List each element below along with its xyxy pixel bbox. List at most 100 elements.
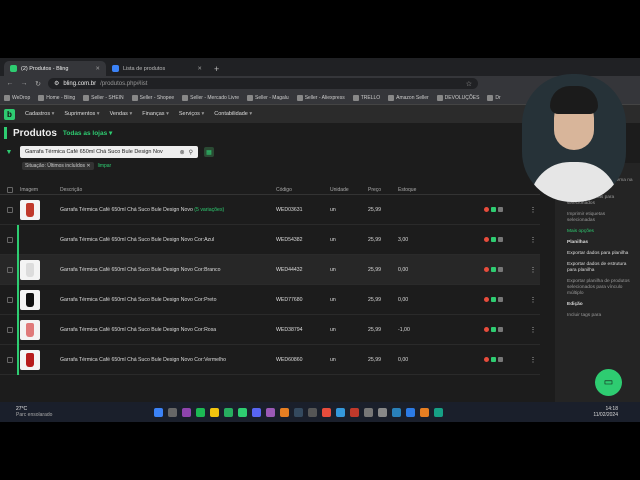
table-row[interactable]: Garrafa Térmica Café 650ml Chá Suco Bule… — [0, 285, 540, 315]
product-thumbnail[interactable] — [20, 319, 40, 340]
table-row[interactable]: Garrafa Térmica Café 650ml Chá Suco Bule… — [0, 345, 540, 375]
table-row[interactable]: Garrafa Térmica Café 650ml Chá Suco Bule… — [0, 195, 540, 225]
filter-icon[interactable]: ▼ — [4, 147, 14, 157]
search-icon[interactable] — [168, 407, 177, 417]
lock-icon[interactable] — [498, 207, 503, 212]
clear-filters-link[interactable]: limpar — [98, 163, 112, 169]
bookmark-item[interactable]: Home - Bling — [38, 94, 75, 101]
more-options-icon[interactable]: ⋮ — [526, 356, 540, 364]
header-stock[interactable]: Estoque — [398, 187, 484, 193]
select-all-checkbox[interactable] — [7, 186, 13, 193]
marketplace-icon[interactable] — [484, 267, 489, 272]
marketplace-icon[interactable] — [484, 357, 489, 362]
product-description[interactable]: Garrafa Térmica Café 650ml Chá Suco Bule… — [60, 237, 276, 243]
product-description[interactable]: Garrafa Térmica Café 650ml Chá Suco Bule… — [60, 357, 276, 363]
clear-search-icon[interactable]: ⊗ — [180, 149, 185, 156]
row-checkbox[interactable] — [7, 266, 13, 273]
lock-icon[interactable] — [498, 297, 503, 302]
marketplace-icon[interactable] — [484, 327, 489, 332]
sidebar-action[interactable]: Mais opções — [567, 229, 634, 235]
cart-icon[interactable] — [491, 357, 496, 362]
cart-icon[interactable] — [491, 267, 496, 272]
bookmark-item[interactable]: TRELLO — [352, 94, 380, 101]
chat-help-button[interactable]: ▭ — [595, 369, 622, 396]
spotify-icon[interactable] — [196, 407, 205, 417]
product-thumbnail[interactable] — [20, 259, 40, 280]
lock-icon[interactable] — [498, 327, 503, 332]
menu-servicos[interactable]: Serviços — [179, 111, 204, 117]
cart-icon[interactable] — [491, 207, 496, 212]
bookmark-item[interactable]: Seller - SHEIN — [83, 94, 124, 101]
close-icon[interactable]: ✕ — [197, 66, 202, 72]
marketplace-icon[interactable] — [484, 207, 489, 212]
app-icon[interactable] — [364, 407, 373, 417]
search-input[interactable]: Garrafa Térmica Café 650ml Chá Suco Bule… — [20, 146, 198, 158]
product-description[interactable]: Garrafa Térmica Café 650ml Chá Suco Bule… — [60, 267, 276, 273]
spreadsheet-icon[interactable]: ▦ — [204, 147, 214, 157]
product-thumbnail[interactable] — [20, 289, 40, 310]
tab-produtos[interactable]: (2) Produtos - Bling ✕ — [4, 61, 106, 76]
bookmark-item[interactable]: Seller - Aliexpress — [296, 94, 345, 101]
row-checkbox[interactable] — [7, 206, 13, 213]
more-options-icon[interactable]: ⋮ — [526, 266, 540, 274]
app-icon[interactable] — [336, 407, 345, 417]
product-thumbnail[interactable] — [20, 349, 40, 370]
filter-chip-situacao[interactable]: Situação: Últimos incluídos ✕ — [22, 162, 94, 170]
table-row[interactable]: Garrafa Térmica Café 650ml Chá Suco Bule… — [0, 315, 540, 345]
youtube-icon[interactable] — [322, 407, 331, 417]
row-checkbox[interactable] — [7, 236, 13, 243]
bookmark-star-icon[interactable]: ☆ — [466, 80, 472, 88]
app-icon[interactable] — [378, 407, 387, 417]
bookmark-item[interactable]: Seller - Mercado Livre — [182, 94, 239, 101]
menu-financas[interactable]: Finanças — [142, 111, 169, 117]
bling-logo[interactable]: b — [4, 108, 15, 120]
bookmark-item[interactable]: WeDrop — [4, 94, 30, 101]
bookmark-item[interactable]: Dr — [487, 94, 501, 101]
app-icon[interactable] — [406, 407, 415, 417]
bookmark-item[interactable]: Seller - Shopee — [131, 94, 174, 101]
more-options-icon[interactable]: ⋮ — [526, 206, 540, 214]
windows-start-icon[interactable] — [154, 407, 163, 417]
more-options-icon[interactable]: ⋮ — [526, 236, 540, 244]
discord-icon[interactable] — [252, 407, 261, 417]
more-options-icon[interactable]: ⋮ — [526, 326, 540, 334]
weather-widget[interactable]: 27°C Parc ensolarado — [0, 406, 150, 418]
marketplace-icon[interactable] — [484, 237, 489, 242]
sidebar-action[interactable]: Imprimir etiquetas selecionadas — [567, 212, 634, 224]
sidebar-action[interactable]: Exportar planilha de produtos selecionad… — [567, 279, 634, 297]
sidebar-action[interactable]: Exportar dados de estrutura para planilh… — [567, 262, 634, 274]
product-description[interactable]: Garrafa Térmica Café 650ml Chá Suco Bule… — [60, 327, 276, 333]
table-row[interactable]: Garrafa Térmica Café 650ml Chá Suco Bule… — [0, 255, 540, 285]
site-info-icon[interactable]: ⚙ — [54, 80, 59, 87]
bookmark-item[interactable]: Seller - Magalu — [247, 94, 289, 101]
menu-suprimentos[interactable]: Suprimentos — [64, 111, 99, 117]
photoshop-icon[interactable] — [294, 407, 303, 417]
bookmark-item[interactable]: Amazon Seller — [388, 94, 429, 101]
forward-icon[interactable]: → — [20, 80, 28, 87]
cart-icon[interactable] — [491, 237, 496, 242]
app-icon[interactable] — [420, 407, 429, 417]
lock-icon[interactable] — [498, 357, 503, 362]
app-icon[interactable] — [224, 407, 233, 417]
sidebar-action[interactable]: Incluir tags para — [567, 313, 634, 319]
header-price[interactable]: Preço — [368, 187, 398, 193]
reload-icon[interactable]: ↻ — [34, 80, 42, 88]
row-checkbox[interactable] — [7, 296, 13, 303]
product-thumbnail[interactable] — [20, 199, 40, 220]
lock-icon[interactable] — [498, 267, 503, 272]
menu-cadastros[interactable]: Cadastros — [25, 111, 54, 117]
search-icon[interactable]: ⚲ — [189, 149, 193, 156]
table-row[interactable]: Garrafa Térmica Café 650ml Chá Suco Bule… — [0, 225, 540, 255]
bookmark-item[interactable]: DEVOLUÇÕES — [436, 94, 479, 101]
product-description[interactable]: Garrafa Térmica Café 650ml Chá Suco Bule… — [60, 297, 276, 303]
more-options-icon[interactable]: ⋮ — [526, 296, 540, 304]
sidebar-action[interactable]: Exportar dados para planilha — [567, 251, 634, 257]
cart-icon[interactable] — [491, 327, 496, 332]
marketplace-icon[interactable] — [484, 297, 489, 302]
close-icon[interactable]: ✕ — [95, 66, 100, 72]
app-icon[interactable] — [238, 407, 247, 417]
header-code[interactable]: Código — [276, 187, 330, 193]
menu-contabilidade[interactable]: Contabilidade — [214, 111, 252, 117]
app-icon[interactable] — [350, 407, 359, 417]
row-checkbox[interactable] — [7, 326, 13, 333]
